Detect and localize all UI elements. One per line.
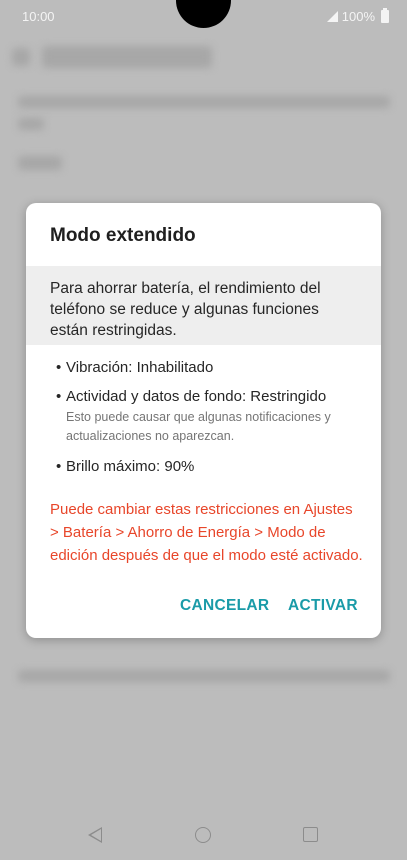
- background-text-line: [18, 670, 390, 682]
- dialog-title: Modo extendido: [50, 225, 196, 246]
- background-text-line: [18, 156, 62, 170]
- home-icon[interactable]: [195, 827, 211, 843]
- background-text-line: [18, 118, 44, 130]
- background-title: [42, 46, 212, 68]
- cancel-button[interactable]: CANCELAR: [180, 597, 269, 615]
- list-item: • Vibración: Inhabilitado: [56, 359, 366, 376]
- extended-mode-dialog: Modo extendido Para ahorrar batería, el …: [26, 203, 381, 638]
- restriction-brightness: Brillo máximo: 90%: [66, 458, 195, 475]
- bullet-icon: •: [56, 388, 62, 405]
- bullet-icon: •: [56, 359, 62, 376]
- dialog-warning-text: Puede cambiar estas restricciones en Aju…: [50, 501, 363, 564]
- navigation-bar: [0, 810, 407, 860]
- restriction-background: Actividad y datos de fondo: Restringido: [66, 388, 327, 405]
- back-arrow-icon: [12, 48, 30, 66]
- back-icon[interactable]: [88, 827, 102, 843]
- battery-icon: [381, 8, 389, 23]
- list-item: • Brillo máximo: 90%: [56, 458, 366, 475]
- bullet-icon: •: [56, 458, 62, 475]
- dialog-info-panel: Para ahorrar batería, el rendimiento del…: [26, 266, 381, 345]
- status-indicators: 100%: [326, 8, 389, 24]
- screen: 10:00 100% Modo extendido Para ahorrar b…: [0, 0, 407, 860]
- activate-button[interactable]: ACTIVAR: [288, 597, 358, 615]
- dialog-info-text: Para ahorrar batería, el rendimiento del…: [50, 280, 321, 339]
- background-text-line: [18, 96, 390, 108]
- signal-icon: [326, 11, 338, 22]
- status-time: 10:00: [22, 9, 55, 24]
- battery-percentage: 100%: [341, 9, 375, 24]
- restrictions-list: • Vibración: Inhabilitado • Actividad y …: [56, 359, 366, 487]
- restriction-background-note: Esto puede causar que algunas notificaci…: [66, 410, 331, 443]
- recents-icon[interactable]: [303, 827, 318, 842]
- list-item: • Actividad y datos de fondo: Restringid…: [56, 388, 366, 446]
- restriction-vibration: Vibración: Inhabilitado: [66, 359, 214, 376]
